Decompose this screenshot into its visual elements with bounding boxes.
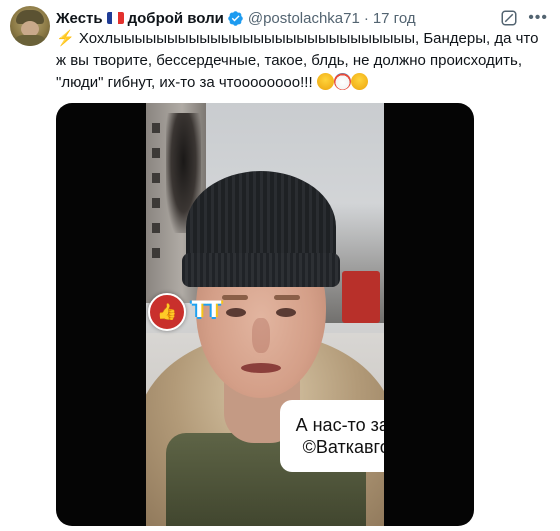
avatar[interactable] [10, 6, 50, 46]
tweet-text: ⚡ Хохлыыыыыыыыыыыыыыыыыыыыыыыыыыыы, Банд… [56, 28, 552, 94]
caption-line-1: А нас-то за што? [295, 415, 384, 435]
separator-dot: · [363, 9, 369, 27]
fire-truck [342, 271, 380, 323]
author-name[interactable]: Жесть [56, 10, 103, 27]
tt-watermark: TT [191, 297, 222, 323]
tweet-actions-top: ••• [500, 9, 548, 27]
author-name-suffix[interactable]: доброй воли [128, 10, 224, 27]
tweet-body: Хохлыыыыыыыыыыыыыыыыыыыыыыыыыыыы, Бандер… [56, 30, 539, 91]
scream-emoji [350, 73, 368, 90]
video-player[interactable]: А нас-то за што? ©Ваткавголове 👍 TT [56, 103, 474, 526]
tweet[interactable]: Жесть доброй воли @postolachka71 · 17 го… [0, 0, 560, 531]
scream-emoji [316, 73, 334, 90]
france-flag-icon [106, 12, 124, 24]
lightning-emoji: ⚡ [56, 30, 75, 47]
video-caption: А нас-то за што? ©Ваткавголове [280, 400, 384, 472]
author-handle[interactable]: @postolachka71 [248, 10, 360, 27]
caption-line-2: ©Ваткавголове [302, 437, 384, 457]
clown-emoji [333, 73, 351, 90]
tweet-time[interactable]: 17 год [373, 10, 416, 27]
grok-icon[interactable] [500, 9, 518, 27]
verified-badge-icon [228, 10, 243, 26]
more-dots-icon[interactable]: ••• [528, 10, 548, 26]
tweet-header: Жесть доброй воли @postolachka71 · 17 го… [56, 8, 416, 28]
